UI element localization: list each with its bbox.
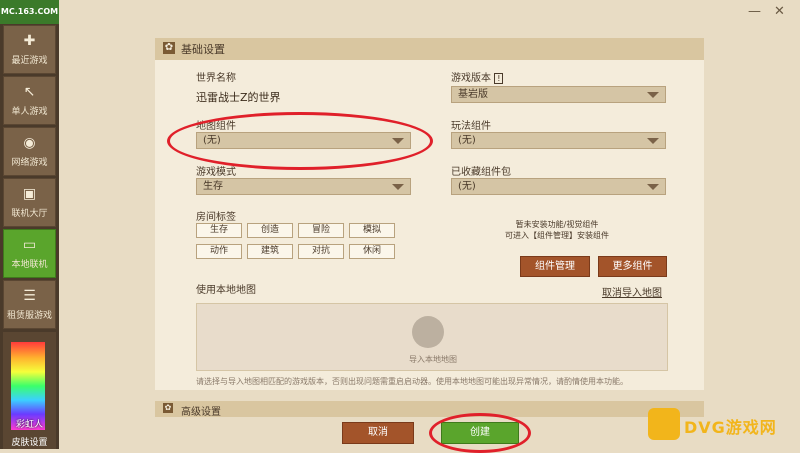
- local-map-label: 使用本地地图: [196, 285, 256, 296]
- game-version-value: 基岩版: [458, 89, 488, 100]
- gameplay-component-select[interactable]: (无): [451, 132, 666, 149]
- skin-settings-label: 皮肤设置: [11, 438, 48, 448]
- cancel-button[interactable]: 取消: [342, 422, 414, 444]
- advanced-settings-header[interactable]: ✿ 高级设置: [155, 401, 704, 418]
- lan-icon: ▭: [22, 237, 37, 253]
- sidebar-item-label: 租赁服游戏: [6, 311, 52, 321]
- tag-action[interactable]: 动作: [196, 244, 242, 259]
- minimize-button[interactable]: —: [748, 4, 761, 19]
- sidebar-item-recent[interactable]: ✚ 最近游戏: [3, 25, 56, 74]
- chevron-down-icon: [647, 138, 659, 144]
- sidebar-item-label: 单人游戏: [11, 107, 48, 117]
- section-title: 基础设置: [181, 43, 225, 56]
- close-button[interactable]: ✕: [774, 4, 785, 19]
- tag-building[interactable]: 建筑: [247, 244, 293, 259]
- world-name-label: 世界名称: [196, 73, 236, 84]
- game-version-label: 游戏版本 !: [451, 69, 504, 84]
- manage-components-button[interactable]: 组件管理: [520, 256, 590, 277]
- basic-settings-header: ✿ 基础设置: [155, 38, 704, 60]
- globe-icon: ◉: [23, 135, 36, 151]
- cancel-import-link[interactable]: 取消导入地图: [602, 284, 662, 299]
- watermark: DVG游戏网: [648, 404, 793, 442]
- note-line: 可进入【组件管理】安装组件: [505, 231, 609, 240]
- skin-name: 彩虹人: [15, 420, 43, 430]
- gear-icon: ✿: [163, 42, 175, 54]
- sidebar-item-label: 网络游戏: [11, 158, 48, 168]
- monitor-group-icon: ▣: [22, 186, 37, 202]
- tag-creative[interactable]: 创造: [247, 223, 293, 238]
- note-line: 暂未安装功能/视觉组件: [515, 220, 599, 229]
- no-component-note: 暂未安装功能/视觉组件 可进入【组件管理】安装组件: [487, 219, 627, 241]
- gamepad-icon: ✚: [23, 33, 36, 49]
- room-tags-label: 房间标签: [196, 212, 236, 223]
- saved-pack-label: 已收藏组件包: [451, 167, 511, 178]
- saved-pack-value: (无): [458, 181, 476, 192]
- app-logo: MC.163.COM: [0, 0, 59, 24]
- sidebar-item-label: 联机大厅: [11, 209, 48, 219]
- game-mode-select[interactable]: 生存: [196, 178, 411, 195]
- more-components-button[interactable]: 更多组件: [598, 256, 667, 277]
- import-map-icon: [412, 316, 444, 348]
- skin-panel[interactable]: 彩虹人 皮肤设置: [3, 332, 56, 449]
- gear-icon: ✿: [163, 403, 173, 413]
- tag-simulation[interactable]: 模拟: [349, 223, 395, 238]
- saved-pack-select[interactable]: (无): [451, 178, 666, 195]
- world-name-value[interactable]: 迅雷战士Z的世界: [196, 89, 281, 105]
- tag-survival[interactable]: 生存: [196, 223, 242, 238]
- sidebar-item-label: 最近游戏: [11, 56, 48, 66]
- sidebar-item-lobby[interactable]: ▣ 联机大厅: [3, 178, 56, 227]
- import-map-dropzone[interactable]: 导入本地地图: [196, 303, 668, 371]
- gameplay-component-value: (无): [458, 135, 476, 146]
- game-mode-value: 生存: [203, 181, 223, 192]
- info-icon: !: [494, 73, 504, 84]
- annotation-circle-create: [429, 413, 531, 453]
- sidebar-item-label: 本地联机: [11, 260, 48, 270]
- import-map-label: 导入本地地图: [409, 355, 457, 364]
- game-version-select[interactable]: 基岩版: [451, 86, 666, 103]
- annotation-circle-map: [167, 112, 433, 170]
- arrow-icon: ↖: [23, 84, 36, 100]
- watermark-logo-icon: [648, 408, 680, 440]
- sidebar: MC.163.COM ✚ 最近游戏 ↖ 单人游戏 ◉ 网络游戏 ▣ 联机大厅 ▭…: [0, 0, 59, 449]
- watermark-text: DVG游戏网: [684, 418, 777, 437]
- advanced-title: 高级设置: [181, 407, 221, 418]
- tag-casual[interactable]: 休闲: [349, 244, 395, 259]
- list-icon: ☰: [23, 288, 36, 304]
- gameplay-component-label: 玩法组件: [451, 121, 491, 132]
- tag-adventure[interactable]: 冒险: [298, 223, 344, 238]
- sidebar-item-rental[interactable]: ☰ 租赁服游戏: [3, 280, 56, 329]
- footer-warning: 请选择与导入地图相匹配的游戏版本，否则出现问题需重启启动器。使用本地地图可能出现…: [196, 377, 628, 386]
- sidebar-item-single[interactable]: ↖ 单人游戏: [3, 76, 56, 125]
- chevron-down-icon: [647, 92, 659, 98]
- chevron-down-icon: [392, 184, 404, 190]
- sidebar-item-online[interactable]: ◉ 网络游戏: [3, 127, 56, 176]
- title-bar: — ✕: [59, 0, 800, 24]
- sidebar-item-lan[interactable]: ▭ 本地联机: [3, 229, 56, 278]
- tag-pvp[interactable]: 对抗: [298, 244, 344, 259]
- chevron-down-icon: [647, 184, 659, 190]
